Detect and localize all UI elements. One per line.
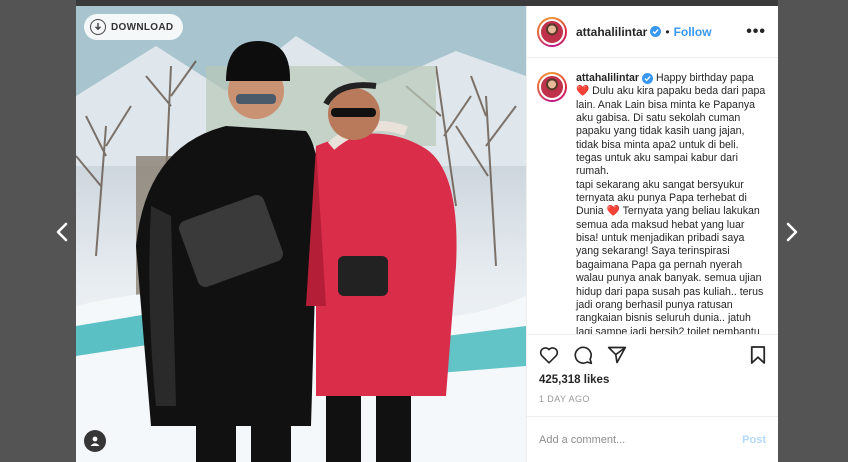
post-comment-button[interactable]: Post — [742, 434, 766, 446]
chevron-right-icon — [786, 222, 798, 242]
heart-icon — [539, 346, 559, 364]
user-tag-icon — [90, 436, 100, 446]
download-label: DOWNLOAD — [111, 21, 174, 33]
verified-icon — [650, 26, 662, 37]
chevron-left-icon — [56, 222, 68, 242]
post-timestamp: 1 DAY AGO — [539, 394, 590, 404]
user-tag-button[interactable] — [84, 430, 106, 452]
next-post-button[interactable] — [780, 218, 804, 246]
share-icon — [607, 346, 627, 363]
caption-username[interactable]: attahalilintar — [576, 72, 639, 84]
share-button[interactable] — [607, 345, 627, 365]
comment-icon — [574, 345, 593, 364]
more-options-button[interactable]: ••• — [746, 23, 766, 40]
caption-avatar[interactable] — [537, 72, 567, 102]
avatar[interactable] — [537, 16, 567, 47]
post-sidebar: attahalilintar • Follow ••• attahalilint… — [526, 6, 778, 462]
post-header: attahalilintar • Follow ••• — [527, 6, 778, 58]
photo-scene — [76, 6, 526, 462]
post-modal: DOWNLOAD attahalilintar • Follow ••• att… — [76, 6, 778, 462]
caption-text: attahalilintar Happy birthday papa ❤️ Du… — [576, 72, 766, 334]
like-button[interactable] — [539, 346, 559, 364]
comment-button[interactable] — [573, 345, 593, 365]
header-separator: • — [665, 24, 670, 39]
header-username[interactable]: attahalilintar — [576, 25, 647, 39]
comment-bar: Post — [527, 416, 778, 462]
caption-body: Happy birthday papa ❤️ Dulu aku kira pap… — [576, 72, 766, 334]
follow-button[interactable]: Follow — [674, 25, 712, 39]
post-photo[interactable]: DOWNLOAD — [76, 6, 526, 462]
caption-area[interactable]: attahalilintar Happy birthday papa ❤️ Du… — [527, 58, 778, 334]
action-bar — [527, 334, 778, 374]
download-button[interactable]: DOWNLOAD — [84, 14, 184, 40]
bookmark-icon — [750, 345, 766, 364]
save-button[interactable] — [750, 345, 766, 365]
caption-verified-icon — [642, 73, 653, 84]
previous-post-button[interactable] — [50, 218, 74, 246]
download-icon — [90, 19, 106, 35]
likes-count[interactable]: 425,318 likes — [527, 374, 778, 390]
comment-input[interactable] — [539, 433, 743, 446]
